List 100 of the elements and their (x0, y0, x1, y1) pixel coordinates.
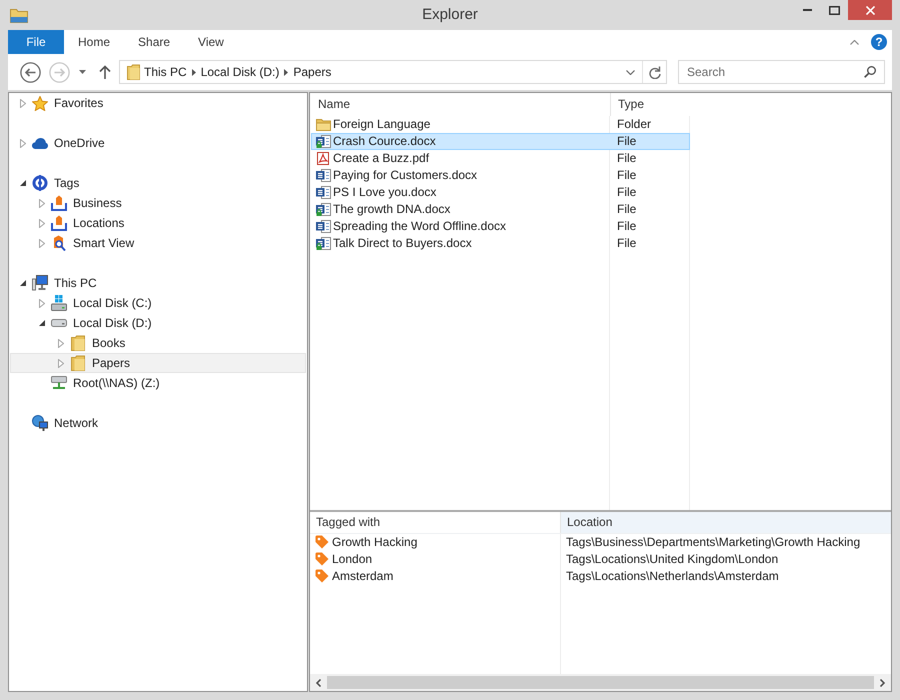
collapse-arrow-icon[interactable] (20, 180, 26, 186)
network-drive-icon (51, 376, 67, 390)
tag-location: Tags\Business\Departments\Marketing\Growth Hacking (565, 535, 860, 550)
tag-name: London (332, 552, 372, 567)
tree-label: Favorites (54, 96, 104, 110)
file-type: File (616, 202, 636, 217)
breadcrumb[interactable]: This PC (144, 64, 187, 80)
star-icon (32, 96, 48, 110)
close-icon (866, 6, 874, 14)
tag-name: Growth Hacking (332, 535, 418, 550)
file-row[interactable]: PS I Love you.docx File (311, 184, 690, 201)
file-row[interactable]: The growth DNA.docx File (311, 201, 690, 218)
tree-item[interactable]: Books (10, 333, 306, 353)
search-field[interactable]: Search (678, 60, 885, 84)
file-type: File (616, 134, 636, 149)
tree-label: Business (73, 196, 122, 210)
folder-icon (71, 335, 85, 351)
window-title: Explorer (422, 6, 478, 23)
file-row[interactable]: Spreading the Word Offline.docx File (311, 218, 690, 235)
tree-item[interactable]: Smart View (10, 233, 306, 253)
minimize-icon (803, 9, 812, 11)
breadcrumb[interactable]: Local Disk (D:) (200, 64, 280, 80)
ribbon-tab[interactable]: View (184, 30, 238, 54)
up-button[interactable] (99, 65, 111, 79)
file-type: File (616, 219, 636, 234)
column-header[interactable]: Type (610, 93, 690, 116)
file-row[interactable]: Paying for Customers.docx File (311, 167, 690, 184)
tag-name: Amsterdam (332, 569, 394, 584)
tag-icon (315, 535, 329, 550)
file-row[interactable]: Talk Direct to Buyers.docx File (311, 235, 690, 252)
help-button[interactable]: ? (871, 34, 887, 50)
tree-item[interactable]: Papers (10, 353, 306, 373)
file-name: Spreading the Word Offline.docx (333, 219, 506, 234)
ring-icon (32, 175, 48, 191)
file-row[interactable]: Crash Cource.docx File (311, 133, 690, 150)
tree-item[interactable]: Network (10, 413, 306, 433)
column-header[interactable]: Location (560, 512, 891, 533)
file-name: The growth DNA.docx (333, 202, 450, 217)
tree-label: Root(\\NAS) (Z:) (73, 376, 160, 390)
folder-icon (316, 118, 330, 131)
back-button[interactable] (20, 62, 41, 82)
tag-icon (315, 552, 329, 566)
tree-label: Books (92, 336, 126, 350)
file-name: Create a Buzz.pdf (333, 151, 430, 166)
file-name: Paying for Customers.docx (333, 168, 478, 183)
separator-arrow-icon[interactable] (284, 68, 288, 76)
collapse-arrow-icon[interactable] (20, 280, 26, 286)
tree-label: Network (54, 416, 98, 430)
folder-icon (10, 7, 28, 23)
arrow-left-icon (20, 62, 41, 82)
tree-item[interactable]: Root(\\NAS) (Z:) (10, 373, 306, 393)
arrow-right-icon (49, 62, 70, 82)
tree-label: Papers (92, 356, 130, 370)
folder-icon (71, 355, 85, 371)
file-name: Foreign Language (333, 117, 430, 132)
column-header[interactable]: Tagged with (310, 512, 560, 533)
scroll-right-icon[interactable] (880, 678, 885, 686)
tree-item[interactable]: Local Disk (C:) (10, 293, 306, 313)
tree-label: OneDrive (54, 136, 105, 150)
recent-locations-button[interactable] (79, 70, 86, 74)
cloud-icon (32, 138, 48, 148)
chevron-down-icon[interactable] (626, 70, 635, 74)
scroll-left-icon[interactable] (316, 678, 321, 686)
tree-item[interactable]: Tags (10, 173, 306, 193)
chevron-up-icon[interactable] (850, 40, 859, 44)
tree-item[interactable]: OneDrive (10, 133, 306, 153)
tag-icon (315, 569, 329, 584)
pdf-document-icon (317, 152, 329, 165)
tree-item[interactable]: Local Disk (D:) (10, 313, 306, 333)
file-name: Crash Cource.docx (333, 134, 436, 149)
collapse-arrow-icon[interactable] (39, 320, 45, 326)
maximize-icon (829, 6, 840, 14)
file-name: Talk Direct to Buyers.docx (333, 236, 472, 251)
tree-item[interactable]: Locations (10, 213, 306, 233)
horizontal-scrollbar[interactable] (310, 674, 891, 691)
caret-down-icon (79, 70, 86, 74)
tag-location: Tags\Locations\United Kingdom\London (565, 552, 778, 567)
search-icon[interactable] (864, 66, 876, 78)
tree-label: Tags (54, 176, 80, 190)
address-bar[interactable]: This PC Local Disk (D:) Papers (119, 60, 667, 84)
tag-tray-icon (51, 215, 67, 231)
tree-label: Locations (73, 216, 124, 230)
file-row[interactable]: Create a Buzz.pdf File (311, 150, 690, 167)
arrow-up-icon (99, 65, 111, 79)
tree-item[interactable]: This PC (10, 273, 306, 293)
ribbon-tab[interactable]: Home (64, 30, 124, 54)
tree-item[interactable]: Business (10, 193, 306, 213)
refresh-icon (648, 66, 660, 78)
file-menu-tab[interactable]: File (8, 30, 64, 54)
ribbon-tab[interactable]: Share (124, 30, 184, 54)
folder-icon (127, 64, 140, 80)
tag-location: Tags\Locations\Netherlands\Amsterdam (565, 569, 779, 584)
tag-tray-icon (51, 195, 67, 211)
scrollbar-thumb[interactable] (327, 676, 874, 689)
tree-item[interactable]: Favorites (10, 93, 306, 113)
close-button[interactable] (848, 0, 892, 20)
separator-arrow-icon[interactable] (192, 68, 196, 76)
breadcrumb[interactable]: Papers (293, 64, 332, 80)
file-row[interactable]: Foreign Language Folder (311, 116, 690, 133)
file-type: File (616, 185, 636, 200)
